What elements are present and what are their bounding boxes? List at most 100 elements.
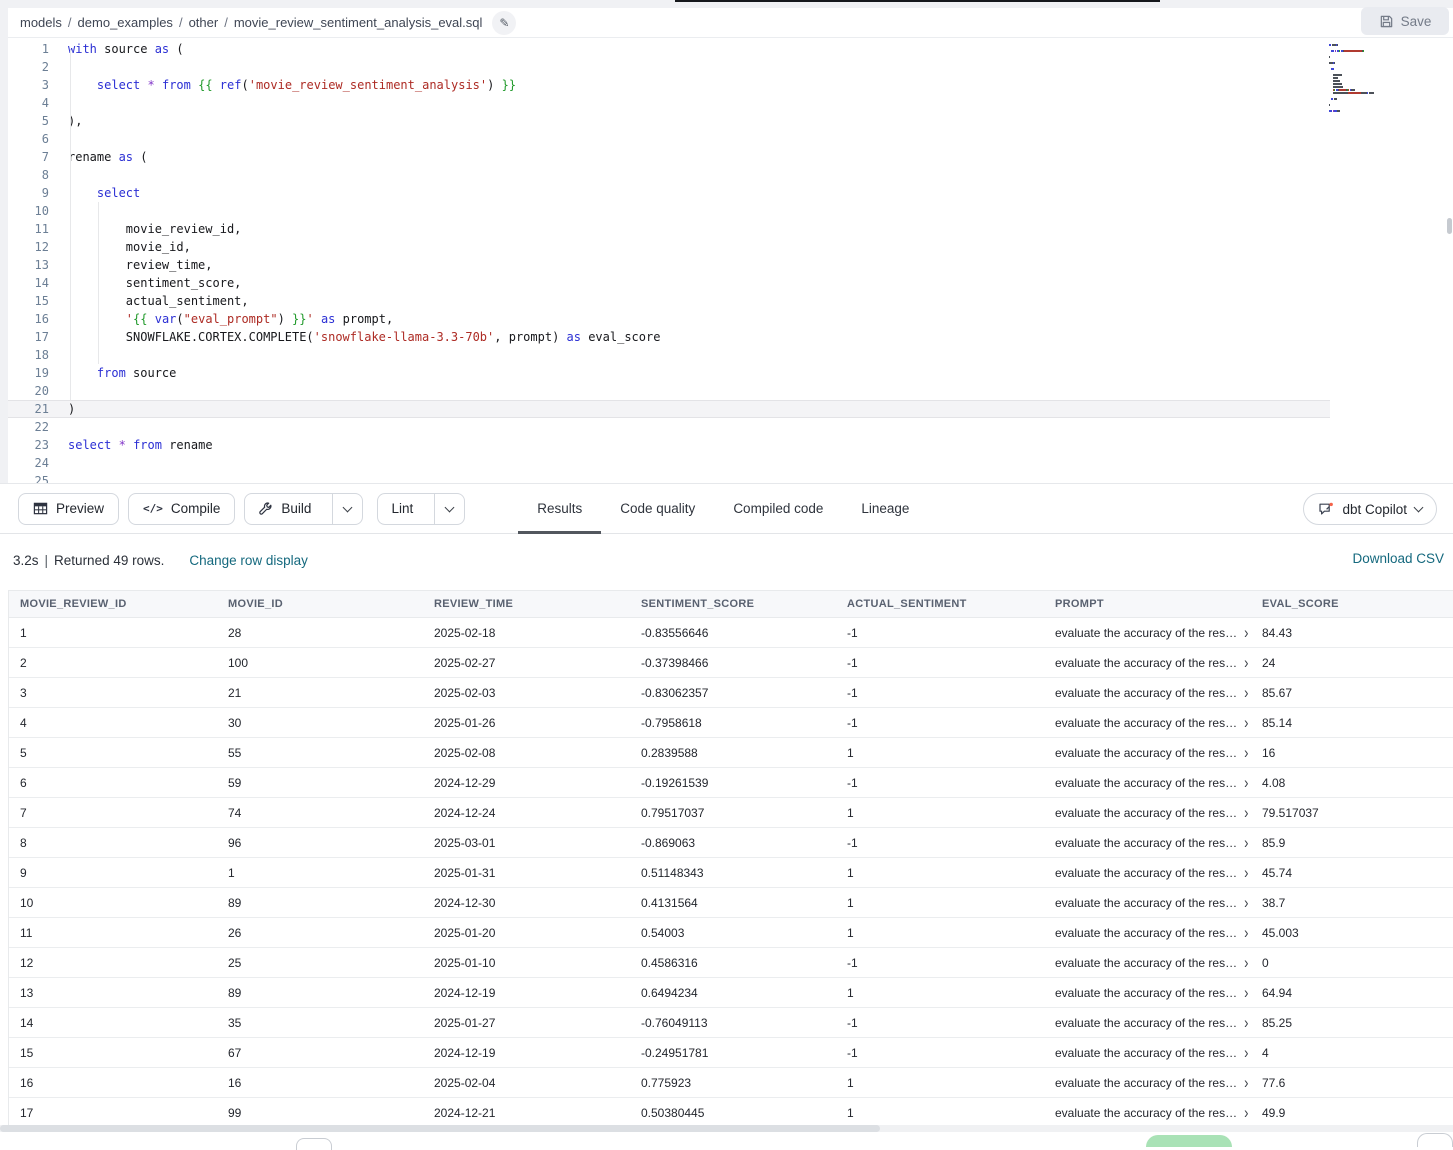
chevron-right-icon[interactable]: › (1244, 866, 1248, 880)
build-button[interactable]: Build (245, 494, 324, 524)
code-line[interactable]: 23select * from rename (8, 436, 1453, 454)
chevron-right-icon[interactable]: › (1244, 806, 1248, 820)
table-row[interactable]: 11262025-01-200.540031evaluate the accur… (9, 918, 1453, 948)
table-row[interactable]: 15672024-12-19-0.24951781-1evaluate the … (9, 1038, 1453, 1068)
column-header-eval_score[interactable]: EVAL_SCORE (1251, 598, 1453, 610)
chevron-right-icon[interactable]: › (1244, 626, 1248, 640)
table-row[interactable]: 912025-01-310.511483431evaluate the accu… (9, 858, 1453, 888)
table-row[interactable]: 7742024-12-240.795170371evaluate the acc… (9, 798, 1453, 828)
editor-minimap[interactable] (1329, 44, 1439, 119)
change-row-display-link[interactable]: Change row display (189, 553, 308, 568)
code-line[interactable]: 6 (8, 130, 1453, 148)
prompt-cell[interactable]: evaluate the accuracy of the res…› (1044, 866, 1251, 880)
chevron-right-icon[interactable]: › (1244, 746, 1248, 760)
sql-code-editor[interactable]: 1with source as (23 select * from {{ ref… (8, 38, 1453, 483)
prompt-cell[interactable]: evaluate the accuracy of the res…› (1044, 626, 1251, 640)
column-header-prompt[interactable]: PROMPT (1044, 598, 1251, 610)
code-line[interactable]: 3 select * from {{ ref('movie_review_sen… (8, 76, 1453, 94)
code-line[interactable]: 18 (8, 346, 1453, 364)
code-line[interactable]: 1with source as ( (8, 40, 1453, 58)
code-line[interactable]: 9 select (8, 184, 1453, 202)
tab-results[interactable]: Results (518, 484, 601, 533)
save-button[interactable]: Save (1361, 7, 1449, 35)
table-row[interactable]: 17992024-12-210.503804451evaluate the ac… (9, 1098, 1453, 1125)
breadcrumb-item[interactable]: models (20, 15, 62, 30)
code-line[interactable]: 17 SNOWFLAKE.CORTEX.COMPLETE('snowflake-… (8, 328, 1453, 346)
chevron-right-icon[interactable]: › (1244, 656, 1248, 670)
dbt-copilot-button[interactable]: dbt Copilot (1303, 493, 1437, 525)
prompt-cell[interactable]: evaluate the accuracy of the res…› (1044, 686, 1251, 700)
chevron-right-icon[interactable]: › (1244, 686, 1248, 700)
download-csv-link[interactable]: Download CSV (1352, 551, 1444, 566)
prompt-cell[interactable]: evaluate the accuracy of the res…› (1044, 1046, 1251, 1060)
chevron-right-icon[interactable]: › (1244, 1106, 1248, 1120)
horizontal-scrollbar-track[interactable] (0, 1125, 1453, 1132)
table-row[interactable]: 6592024-12-29-0.19261539-1evaluate the a… (9, 768, 1453, 798)
tab-lineage[interactable]: Lineage (842, 484, 928, 533)
code-line[interactable]: 21) (8, 400, 1330, 418)
code-line[interactable]: 7rename as ( (8, 148, 1453, 166)
prompt-cell[interactable]: evaluate the accuracy of the res…› (1044, 896, 1251, 910)
lint-dropdown-button[interactable] (434, 494, 464, 524)
chevron-right-icon[interactable]: › (1244, 776, 1248, 790)
table-row[interactable]: 3212025-02-03-0.83062357-1evaluate the a… (9, 678, 1453, 708)
code-line[interactable]: 5), (8, 112, 1453, 130)
breadcrumb-item[interactable]: demo_examples (78, 15, 173, 30)
chevron-right-icon[interactable]: › (1244, 956, 1248, 970)
code-line[interactable]: 12 movie_id, (8, 238, 1453, 256)
tab-compiled-code[interactable]: Compiled code (714, 484, 842, 533)
compile-button[interactable]: </> Compile (128, 493, 235, 525)
prompt-cell[interactable]: evaluate the accuracy of the res…› (1044, 806, 1251, 820)
code-line[interactable]: 14 sentiment_score, (8, 274, 1453, 292)
footer-status-pill[interactable] (1146, 1135, 1232, 1147)
table-row[interactable]: 12252025-01-100.4586316-1evaluate the ac… (9, 948, 1453, 978)
chevron-right-icon[interactable]: › (1244, 1076, 1248, 1090)
edit-file-icon[interactable]: ✎ (492, 11, 516, 35)
code-line[interactable]: 10 (8, 202, 1453, 220)
editor-scrollbar[interactable] (1447, 218, 1452, 234)
prompt-cell[interactable]: evaluate the accuracy of the res…› (1044, 926, 1251, 940)
code-line[interactable]: 4 (8, 94, 1453, 112)
code-line[interactable]: 16 '{{ var("eval_prompt") }}' as prompt, (8, 310, 1453, 328)
code-line[interactable]: 20 (8, 382, 1453, 400)
lint-button[interactable]: Lint (378, 494, 426, 524)
prompt-cell[interactable]: evaluate the accuracy of the res…› (1044, 1106, 1251, 1120)
prompt-cell[interactable]: evaluate the accuracy of the res…› (1044, 986, 1251, 1000)
table-row[interactable]: 10892024-12-300.41315641evaluate the acc… (9, 888, 1453, 918)
table-row[interactable]: 21002025-02-27-0.37398466-1evaluate the … (9, 648, 1453, 678)
table-row[interactable]: 4302025-01-26-0.7958618-1evaluate the ac… (9, 708, 1453, 738)
chevron-right-icon[interactable]: › (1244, 1046, 1248, 1060)
code-line[interactable]: 13 review_time, (8, 256, 1453, 274)
breadcrumb-item[interactable]: movie_review_sentiment_analysis_eval.sql (234, 15, 483, 30)
code-line[interactable]: 8 (8, 166, 1453, 184)
chevron-right-icon[interactable]: › (1244, 986, 1248, 1000)
code-line[interactable]: 25 (8, 472, 1453, 483)
code-line[interactable]: 2 (8, 58, 1453, 76)
code-line[interactable]: 19 from source (8, 364, 1453, 382)
prompt-cell[interactable]: evaluate the accuracy of the res…› (1044, 836, 1251, 850)
prompt-cell[interactable]: evaluate the accuracy of the res…› (1044, 1016, 1251, 1030)
table-row[interactable]: 16162025-02-040.7759231evaluate the accu… (9, 1068, 1453, 1098)
prompt-cell[interactable]: evaluate the accuracy of the res…› (1044, 746, 1251, 760)
code-line[interactable]: 24 (8, 454, 1453, 472)
prompt-cell[interactable]: evaluate the accuracy of the res…› (1044, 1076, 1251, 1090)
prompt-cell[interactable]: evaluate the accuracy of the res…› (1044, 776, 1251, 790)
code-line[interactable]: 15 actual_sentiment, (8, 292, 1453, 310)
table-row[interactable]: 5552025-02-080.28395881evaluate the accu… (9, 738, 1453, 768)
column-header-movie_review_id[interactable]: MOVIE_REVIEW_ID (9, 598, 217, 610)
table-row[interactable]: 1282025-02-18-0.83556646-1evaluate the a… (9, 618, 1453, 648)
chevron-right-icon[interactable]: › (1244, 716, 1248, 730)
prompt-cell[interactable]: evaluate the accuracy of the res…› (1044, 656, 1251, 670)
table-row[interactable]: 14352025-01-27-0.76049113-1evaluate the … (9, 1008, 1453, 1038)
prompt-cell[interactable]: evaluate the accuracy of the res…› (1044, 956, 1251, 970)
horizontal-scrollbar-thumb[interactable] (0, 1125, 880, 1132)
footer-partial-button[interactable] (296, 1138, 332, 1150)
chevron-right-icon[interactable]: › (1244, 836, 1248, 850)
chevron-right-icon[interactable]: › (1244, 896, 1248, 910)
breadcrumb-item[interactable]: other (189, 15, 219, 30)
preview-button[interactable]: Preview (18, 493, 119, 525)
chevron-right-icon[interactable]: › (1244, 1016, 1248, 1030)
table-row[interactable]: 8962025-03-01-0.869063-1evaluate the acc… (9, 828, 1453, 858)
code-line[interactable]: 11 movie_review_id, (8, 220, 1453, 238)
column-header-movie_id[interactable]: MOVIE_ID (217, 598, 423, 610)
